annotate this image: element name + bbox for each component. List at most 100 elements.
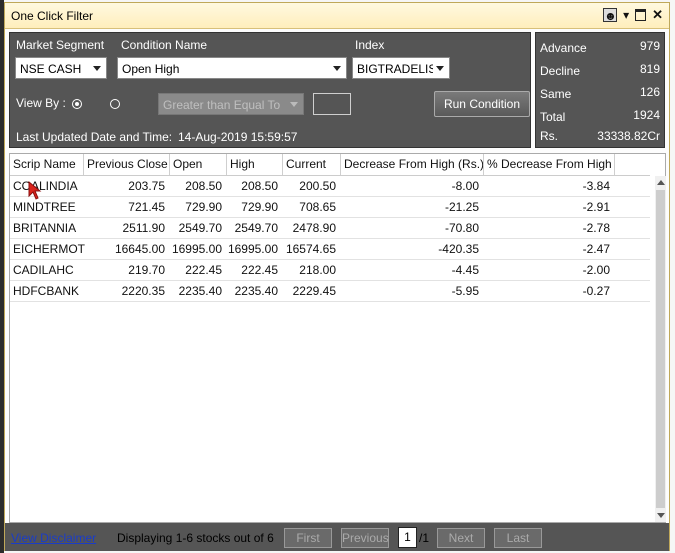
last-updated-label: Last Updated Date and Time:	[16, 130, 173, 144]
view-by-radio-2[interactable]	[110, 99, 120, 109]
stat-advance-value: 979	[639, 39, 660, 53]
view-disclaimer-link[interactable]: View Disclaimer	[11, 531, 96, 545]
cell-pct-decrease: -3.84	[582, 179, 610, 193]
condition-name-label: Condition Name	[121, 38, 208, 52]
cell-previous-close: 2511.90	[122, 221, 166, 235]
page-number-input[interactable]: 1	[398, 527, 417, 548]
cell-high: 16995.00	[227, 242, 278, 256]
vertical-scrollbar[interactable]	[655, 176, 666, 522]
column-header-previous-close[interactable]: Previous Close	[84, 154, 170, 175]
run-condition-button[interactable]: Run Condition	[434, 91, 530, 117]
cursor-icon	[28, 181, 42, 200]
stat-decline-label: Decline	[540, 64, 581, 78]
cell-scrip-name: HDFCBANK	[13, 284, 80, 298]
column-header-scrip-name[interactable]: Scrip Name	[10, 154, 84, 175]
display-count-text: Displaying 1-6 stocks out of 6	[117, 531, 274, 545]
table-header: Scrip Name Previous Close Open High Curr…	[10, 154, 650, 176]
cell-previous-close: 16645.00	[114, 242, 165, 256]
table-row[interactable]: MINDTREE 721.45 729.90 729.90 708.65 -21…	[10, 197, 650, 218]
cell-decrease-rs: -70.80	[444, 221, 479, 235]
index-select[interactable]: BIGTRADELIS	[352, 57, 450, 79]
market-segment-value: NSE CASH	[20, 62, 82, 76]
table-row[interactable]: COALINDIA 203.75 208.50 208.50 200.50 -8…	[10, 176, 650, 197]
previous-page-button[interactable]: Previous	[341, 528, 389, 548]
cell-pct-decrease: -0.27	[582, 284, 610, 298]
cell-open: 2235.40	[178, 284, 222, 298]
results-table: Scrip Name Previous Close Open High Curr…	[9, 153, 666, 523]
cell-decrease-rs: -420.35	[438, 242, 479, 256]
cell-current: 708.65	[299, 200, 336, 214]
user-icon[interactable]: ☻	[603, 8, 618, 23]
cell-pct-decrease: -2.47	[582, 242, 610, 256]
table-row[interactable]: BRITANNIA 2511.90 2549.70 2549.70 2478.9…	[10, 218, 650, 239]
stat-same-value: 126	[639, 85, 660, 99]
operator-value: Greater than Equal To	[163, 98, 281, 112]
stat-rs-value: 33338.82Cr	[597, 129, 660, 143]
column-header-open[interactable]: Open	[170, 154, 227, 175]
table-row[interactable]: CADILAHC 219.70 222.45 222.45 218.00 -4.…	[10, 260, 650, 281]
first-page-button[interactable]: First	[284, 528, 332, 548]
cell-high: 208.50	[241, 179, 278, 193]
maximize-icon[interactable]	[635, 9, 647, 21]
cell-current: 200.50	[299, 179, 336, 193]
stat-total-label: Total	[540, 110, 566, 124]
market-segment-label: Market Segment	[16, 38, 105, 52]
condition-name-value: Open High	[122, 62, 180, 76]
title-bar-controls: ☻ ▾ ✕	[603, 8, 663, 23]
cell-pct-decrease: -2.00	[582, 263, 610, 277]
stat-same-label: Same	[540, 87, 572, 101]
cell-current: 2229.45	[292, 284, 336, 298]
cell-scrip-name: MINDTREE	[13, 200, 76, 214]
operator-select[interactable]: Greater than Equal To	[158, 93, 304, 115]
cell-scrip-name: CADILAHC	[13, 263, 74, 277]
chevron-down-icon	[333, 66, 341, 71]
cell-high: 222.45	[241, 263, 278, 277]
cell-current: 16574.65	[285, 242, 336, 256]
column-header-high[interactable]: High	[227, 154, 283, 175]
view-by-label: View By :	[16, 96, 66, 110]
cell-decrease-rs: -8.00	[451, 179, 479, 193]
stat-decline-value: 819	[639, 62, 660, 76]
cell-high: 2235.40	[234, 284, 278, 298]
condition-name-select[interactable]: Open High	[117, 57, 347, 79]
scroll-down-icon[interactable]	[657, 513, 665, 518]
market-stats-panel: Advance 979 Decline 819 Same 126 Total 1…	[535, 32, 665, 148]
filter-panel: Market Segment NSE CASH Condition Name O…	[9, 32, 531, 148]
scroll-thumb[interactable]	[656, 190, 665, 508]
cell-decrease-rs: -4.45	[451, 263, 479, 277]
view-by-radio-1[interactable]	[72, 99, 82, 109]
pagination-footer: View Disclaimer Displaying 1-6 stocks ou…	[5, 523, 669, 551]
cell-previous-close: 203.75	[128, 179, 165, 193]
stat-advance-label: Advance	[540, 41, 587, 55]
cell-high: 729.90	[241, 200, 278, 214]
scroll-up-icon[interactable]	[657, 180, 665, 185]
next-page-button[interactable]: Next	[437, 528, 485, 548]
market-segment-select[interactable]: NSE CASH	[15, 57, 107, 79]
dropdown-icon[interactable]: ▾	[623, 8, 629, 22]
cell-open: 729.90	[185, 200, 222, 214]
table-row[interactable]: EICHERMOT 16645.00 16995.00 16995.00 165…	[10, 239, 650, 260]
column-header-current[interactable]: Current	[283, 154, 341, 175]
column-header-decrease-rs[interactable]: Decrease From High (Rs.)	[341, 154, 484, 175]
page-total: /1	[419, 531, 430, 545]
column-header-pct-decrease[interactable]: % Decrease From High	[484, 154, 615, 175]
cell-open: 2549.70	[178, 221, 222, 235]
cell-open: 16995.00	[171, 242, 222, 256]
stat-total-value: 1924	[633, 108, 660, 122]
cell-decrease-rs: -21.25	[444, 200, 479, 214]
cell-open: 222.45	[185, 263, 222, 277]
cell-scrip-name: EICHERMOT	[13, 242, 85, 256]
cell-scrip-name: BRITANNIA	[13, 221, 77, 235]
threshold-input[interactable]	[313, 93, 351, 115]
last-page-button[interactable]: Last	[494, 528, 542, 548]
cell-previous-close: 2220.35	[121, 284, 165, 298]
cell-current: 218.00	[299, 263, 336, 277]
chevron-down-icon	[436, 66, 444, 71]
table-row[interactable]: HDFCBANK 2220.35 2235.40 2235.40 2229.45…	[10, 281, 650, 302]
chevron-down-icon	[290, 102, 298, 107]
index-value: BIGTRADELIS	[357, 62, 433, 76]
stat-rs-label: Rs.	[540, 129, 558, 143]
close-icon[interactable]: ✕	[652, 8, 663, 22]
cell-scrip-name: COALINDIA	[13, 179, 78, 193]
cell-previous-close: 219.70	[128, 263, 165, 277]
